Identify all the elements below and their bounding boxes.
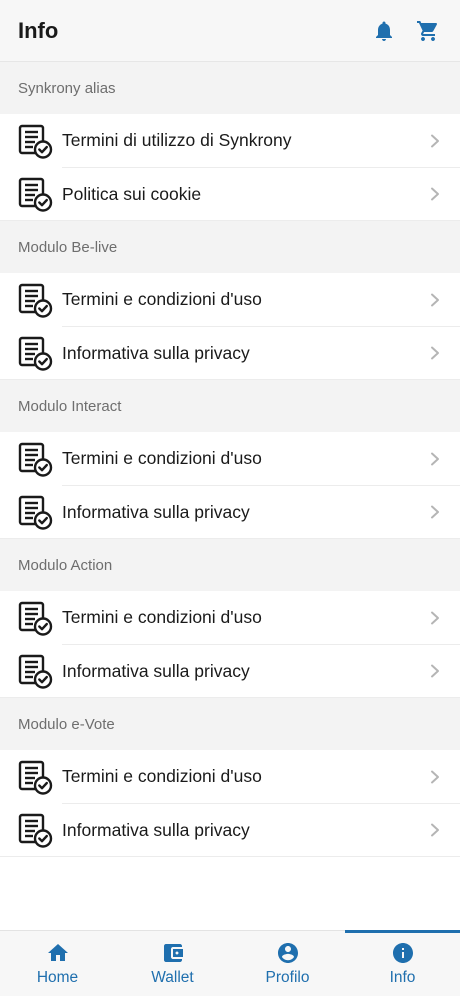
nav-item-label: Info: [389, 968, 416, 986]
chevron-right-icon: [431, 187, 439, 201]
section-header: Modulo Interact: [0, 380, 460, 432]
document-check-icon-wrap: [17, 600, 53, 636]
list-item[interactable]: Informativa sulla privacy: [0, 803, 460, 857]
chevron-right-icon: [431, 664, 439, 678]
list-item-label: Termini di utilizzo di Synkrony: [62, 130, 292, 151]
document-check-icon: [18, 124, 53, 159]
chevron-right-icon-wrap: [428, 293, 442, 307]
cart-icon: [417, 20, 438, 41]
section-header: Modulo Be-live: [0, 221, 460, 273]
chevron-right-icon: [431, 134, 439, 148]
document-check-icon-wrap: [17, 441, 53, 477]
document-check-icon-wrap: [17, 494, 53, 530]
nav-item-info[interactable]: Info: [345, 930, 460, 996]
chevron-right-icon-wrap: [428, 346, 442, 360]
document-check-icon-wrap: [17, 335, 53, 371]
bottom-navigation: Home Wallet Profilo Info: [0, 930, 460, 996]
list-item[interactable]: Informativa sulla privacy: [0, 644, 460, 698]
document-check-icon-wrap: [17, 759, 53, 795]
chevron-right-icon-wrap: [428, 823, 442, 837]
list-item[interactable]: Termini e condizioni d'uso: [0, 432, 460, 486]
nav-item-home[interactable]: Home: [0, 931, 115, 996]
chevron-right-icon: [431, 611, 439, 625]
document-check-icon: [18, 760, 53, 795]
list-item-label: Termini e condizioni d'uso: [62, 289, 262, 310]
document-check-icon-wrap: [17, 176, 53, 212]
list-item-label: Termini e condizioni d'uso: [62, 766, 262, 787]
notifications-button[interactable]: [370, 17, 398, 45]
document-check-icon: [18, 814, 53, 848]
list-item[interactable]: Termini e condizioni d'uso: [0, 750, 460, 804]
wallet-icon: [163, 943, 183, 962]
section-header: Modulo e-Vote: [0, 698, 460, 750]
document-check-icon: [18, 496, 53, 530]
list-item[interactable]: Informativa sulla privacy: [0, 326, 460, 380]
document-check-icon-wrap: [17, 812, 53, 848]
document-check-icon: [18, 178, 53, 212]
list-item-label: Informativa sulla privacy: [62, 660, 250, 681]
chevron-right-icon-wrap: [428, 187, 442, 201]
list-item[interactable]: Informativa sulla privacy: [0, 485, 460, 539]
chevron-right-icon: [431, 346, 439, 360]
document-check-icon: [18, 337, 53, 371]
list-item-label: Informativa sulla privacy: [62, 342, 250, 363]
document-check-icon: [18, 442, 53, 477]
nav-item-label: Wallet: [151, 968, 194, 986]
list-item-label: Termini e condizioni d'uso: [62, 607, 262, 628]
cart-button[interactable]: [414, 17, 442, 45]
document-check-icon-wrap: [17, 282, 53, 318]
list-item[interactable]: Termini e condizioni d'uso: [0, 591, 460, 645]
chevron-right-icon: [431, 293, 439, 307]
document-check-icon: [18, 655, 53, 689]
chevron-right-icon-wrap: [428, 505, 442, 519]
info-icon-wrap: [391, 941, 415, 965]
chevron-right-icon-wrap: [428, 611, 442, 625]
home-icon-wrap: [46, 941, 70, 965]
bell-icon: [376, 21, 392, 41]
profile-icon-wrap: [276, 941, 300, 965]
chevron-right-icon: [431, 452, 439, 466]
nav-item-wallet[interactable]: Wallet: [115, 931, 230, 996]
list-item[interactable]: Termini e condizioni d'uso: [0, 273, 460, 327]
page-title: Info: [18, 17, 59, 43]
list-item-label: Politica sui cookie: [62, 183, 202, 204]
list-item-label: Termini e condizioni d'uso: [62, 448, 262, 469]
chevron-right-icon-wrap: [428, 770, 442, 784]
chevron-right-icon: [431, 505, 439, 519]
top-app-bar: Info: [0, 0, 460, 62]
nav-item-label: Home: [36, 968, 79, 986]
document-check-icon: [18, 283, 53, 318]
list-item[interactable]: Politica sui cookie: [0, 167, 460, 221]
chevron-right-icon: [431, 770, 439, 784]
document-check-icon-wrap: [17, 123, 53, 159]
chevron-right-icon-wrap: [428, 452, 442, 466]
chevron-right-icon-wrap: [428, 134, 442, 148]
document-check-icon-wrap: [17, 653, 53, 689]
info-list: Synkrony alias Termini di utilizzo di Sy…: [0, 62, 460, 857]
nav-item-profilo[interactable]: Profilo: [230, 931, 345, 996]
chevron-right-icon-wrap: [428, 664, 442, 678]
profile-icon: [277, 942, 298, 963]
home-icon: [47, 943, 68, 961]
list-item-label: Informativa sulla privacy: [62, 819, 250, 840]
section-header: Synkrony alias: [0, 62, 460, 114]
document-check-icon: [18, 601, 53, 636]
nav-item-label: Profilo: [265, 968, 310, 986]
list-item-label: Informativa sulla privacy: [62, 501, 250, 522]
chevron-right-icon: [431, 823, 439, 837]
section-header: Modulo Action: [0, 539, 460, 591]
wallet-icon-wrap: [161, 941, 185, 965]
info-icon: [392, 942, 413, 963]
list-item[interactable]: Termini di utilizzo di Synkrony: [0, 114, 460, 168]
